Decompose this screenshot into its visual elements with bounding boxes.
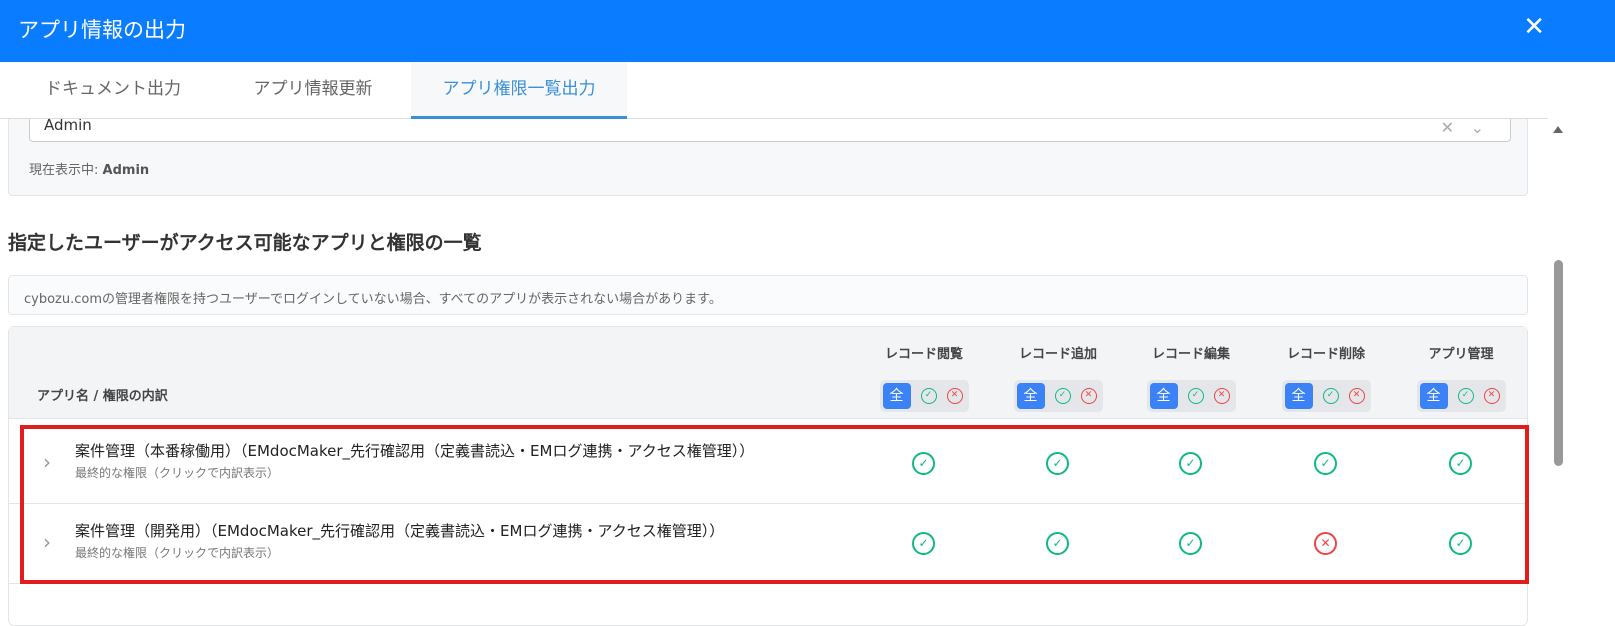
filter-group: 全 ✓ ✕ — [1416, 380, 1506, 412]
column-label: アプリ管理 — [1428, 347, 1494, 362]
filter-allowed-icon[interactable]: ✓ — [920, 388, 937, 404]
current-label: 現在表示中: — [29, 163, 99, 178]
section-title: 指定したユーザーがアクセス可能なアプリと権限の一覧 — [8, 232, 482, 254]
chevron-down-icon[interactable]: ⌄ — [1471, 118, 1484, 137]
scroll-up-icon[interactable] — [1553, 126, 1563, 133]
filter-all-button[interactable]: 全 — [882, 383, 911, 409]
scrollbar[interactable] — [1548, 118, 1568, 621]
filter-group: 全 ✓ ✕ — [1146, 380, 1236, 412]
filter-denied-icon[interactable]: ✕ — [1080, 388, 1097, 404]
filter-denied-icon[interactable]: ✕ — [1348, 388, 1365, 404]
filter-allowed-icon[interactable]: ✓ — [1322, 388, 1339, 404]
filter-group: 全 ✓ ✕ — [879, 380, 969, 412]
column-label: レコード編集 — [1151, 347, 1230, 362]
filter-allowed-icon[interactable]: ✓ — [1187, 388, 1204, 404]
notice: cybozu.comの管理者権限を持つユーザーでログインしていない場合、すべての… — [8, 275, 1528, 315]
filter-denied-icon[interactable]: ✕ — [1213, 388, 1230, 404]
filter-group: 全 ✓ ✕ — [1281, 380, 1371, 412]
filter-all-button[interactable]: 全 — [1419, 383, 1448, 409]
close-icon[interactable]: ✕ — [1523, 12, 1545, 42]
filter-group: 全 ✓ ✕ — [1013, 380, 1103, 412]
tab-app-permission-export[interactable]: アプリ権限一覧出力 — [411, 62, 627, 119]
clear-icon[interactable]: ✕ — [1441, 118, 1454, 137]
scrollbar-thumb[interactable] — [1554, 260, 1563, 466]
name-column-header: アプリ名 / 権限の内訳 — [37, 389, 168, 404]
tab-app-info-update[interactable]: アプリ情報更新 — [218, 62, 408, 119]
column-header: レコード追加 全 ✓ ✕ — [998, 343, 1118, 412]
current-value: Admin — [102, 163, 150, 178]
filter-denied-icon[interactable]: ✕ — [946, 388, 963, 404]
column-label: レコード削除 — [1286, 347, 1365, 362]
highlight-box — [20, 425, 1529, 584]
column-header: レコード削除 全 ✓ ✕ — [1266, 343, 1386, 412]
current-user: 現在表示中: Admin — [29, 159, 149, 178]
filter-all-button[interactable]: 全 — [1016, 383, 1045, 409]
column-header: アプリ管理 全 ✓ ✕ — [1401, 343, 1521, 412]
tab-document-output[interactable]: ドキュメント出力 — [18, 62, 208, 119]
filter-allowed-icon[interactable]: ✓ — [1457, 388, 1474, 404]
table-header: アプリ名 / 権限の内訳 レコード閲覧 全 ✓ ✕ レコード追加 全 ✓ ✕ レ… — [9, 327, 1527, 419]
filter-all-button[interactable]: 全 — [1149, 383, 1178, 409]
column-label: レコード閲覧 — [884, 347, 963, 362]
dialog-title: アプリ情報の出力 — [18, 18, 186, 42]
column-header: レコード閲覧 全 ✓ ✕ — [864, 343, 984, 412]
filter-all-button[interactable]: 全 — [1284, 383, 1313, 409]
column-label: レコード追加 — [1018, 347, 1097, 362]
tab-bar: ドキュメント出力 アプリ情報更新 アプリ権限一覧出力 — [0, 62, 1548, 119]
column-header: レコード編集 全 ✓ ✕ — [1131, 343, 1251, 412]
filter-denied-icon[interactable]: ✕ — [1483, 388, 1500, 404]
filter-allowed-icon[interactable]: ✓ — [1054, 388, 1071, 404]
dialog-header: アプリ情報の出力 ✕ — [0, 0, 1615, 62]
